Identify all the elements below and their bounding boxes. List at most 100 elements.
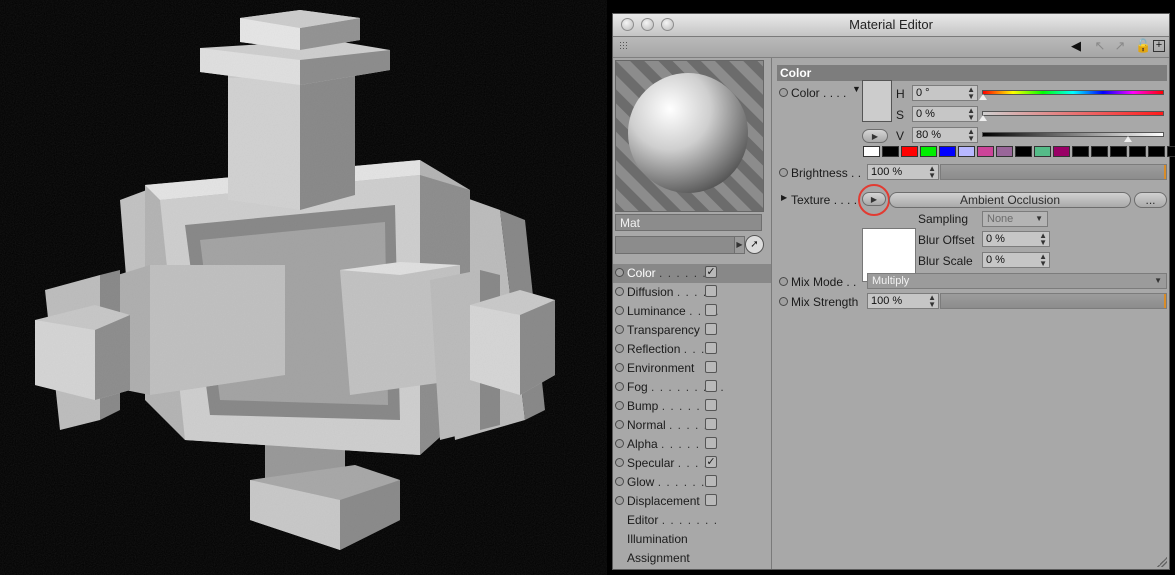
grip-icon[interactable] xyxy=(619,41,629,51)
new-window-icon[interactable]: + xyxy=(1153,40,1165,52)
palette-swatch[interactable] xyxy=(882,146,899,157)
play-icon[interactable]: ▶ xyxy=(862,129,888,143)
checkmark-icon[interactable]: ✓ xyxy=(705,456,717,468)
channel-normal[interactable]: Normal . . . . . xyxy=(613,416,771,435)
channel-glow[interactable]: Glow . . . . . . . xyxy=(613,473,771,492)
resize-grip-icon[interactable] xyxy=(1157,557,1167,567)
channel-checkbox[interactable] xyxy=(705,304,717,316)
animation-dot-icon[interactable] xyxy=(615,344,624,353)
spinner-icon[interactable]: ▲ ▼ xyxy=(967,107,975,122)
palette-swatch[interactable] xyxy=(1110,146,1127,157)
channel-reflection[interactable]: Reflection . . . xyxy=(613,340,771,359)
channel-checkbox[interactable] xyxy=(705,437,717,449)
saturation-input[interactable]: 0 % ▲ ▼ xyxy=(912,106,978,122)
close-window-button[interactable] xyxy=(621,18,634,31)
palette-swatch[interactable] xyxy=(1015,146,1032,157)
channel-checkbox[interactable] xyxy=(705,323,717,335)
palette-swatch[interactable] xyxy=(958,146,975,157)
palette-swatch[interactable] xyxy=(920,146,937,157)
lock-icon[interactable]: 🔓 xyxy=(1135,39,1151,53)
palette-swatch[interactable] xyxy=(1091,146,1108,157)
channel-checkbox[interactable] xyxy=(705,475,717,487)
palette-swatch[interactable] xyxy=(863,146,880,157)
animation-dot-icon[interactable] xyxy=(615,382,624,391)
animation-dot-icon[interactable] xyxy=(615,363,624,372)
section-editor[interactable]: Editor . . . . . . . xyxy=(613,511,771,530)
triangle-down-icon[interactable]: ▼ xyxy=(852,84,861,94)
palette-swatch[interactable] xyxy=(1034,146,1051,157)
chevron-right-icon[interactable]: ▶ xyxy=(734,236,745,254)
channel-alpha[interactable]: Alpha . . . . . . . xyxy=(613,435,771,454)
hue-slider-thumb[interactable] xyxy=(979,94,987,100)
palette-swatch[interactable] xyxy=(939,146,956,157)
brightness-slider[interactable] xyxy=(940,164,1167,180)
palette-swatch[interactable] xyxy=(1148,146,1165,157)
animation-dot-icon[interactable] xyxy=(779,277,788,286)
title-bar[interactable]: Material Editor xyxy=(613,14,1169,37)
animation-dot-icon[interactable] xyxy=(615,268,624,277)
texture-more-button[interactable]: ... xyxy=(1134,192,1167,208)
palette-swatch[interactable] xyxy=(1167,146,1175,157)
section-assignment[interactable]: Assignment xyxy=(613,549,771,568)
animation-dot-icon[interactable] xyxy=(615,477,624,486)
blur-offset-input[interactable]: 0 % ▲ ▼ xyxy=(982,231,1050,247)
palette-swatch[interactable] xyxy=(996,146,1013,157)
channel-transparency[interactable]: Transparency xyxy=(613,321,771,340)
channel-color[interactable]: Color . . . . . . . ✓ xyxy=(613,264,771,283)
hue-input[interactable]: 0 ° ▲ ▼ xyxy=(912,85,978,101)
channel-luminance[interactable]: Luminance . . . . xyxy=(613,302,771,321)
spinner-icon[interactable]: ▲ ▼ xyxy=(1039,232,1047,247)
animation-dot-icon[interactable] xyxy=(615,306,624,315)
sampling-dropdown[interactable]: None ▼ xyxy=(982,211,1048,227)
minimize-window-button[interactable] xyxy=(641,18,654,31)
checkmark-icon[interactable]: ✓ xyxy=(705,266,717,278)
spinner-icon[interactable]: ▲ ▼ xyxy=(928,294,936,309)
spinner-icon[interactable]: ▲ ▼ xyxy=(1039,253,1047,268)
channel-checkbox[interactable] xyxy=(705,418,717,430)
channel-checkbox[interactable] xyxy=(705,399,717,411)
saturation-slider-thumb[interactable] xyxy=(979,115,987,121)
animation-dot-icon[interactable] xyxy=(615,401,624,410)
palette-swatch[interactable] xyxy=(1053,146,1070,157)
mix-mode-dropdown[interactable]: Multiply ▼ xyxy=(867,273,1167,289)
palette-swatch[interactable] xyxy=(977,146,994,157)
palette-swatch[interactable] xyxy=(901,146,918,157)
channel-checkbox[interactable] xyxy=(705,361,717,373)
spinner-icon[interactable]: ▲ ▼ xyxy=(928,165,936,180)
color-swatch[interactable] xyxy=(862,80,892,122)
animation-dot-icon[interactable] xyxy=(779,297,788,306)
back-arrow-icon[interactable]: ◀ xyxy=(1069,39,1083,53)
section-illumination[interactable]: Illumination xyxy=(613,530,771,549)
material-link-field[interactable] xyxy=(615,236,735,254)
animation-dot-icon[interactable] xyxy=(615,287,624,296)
channel-fog[interactable]: Fog . . . . . . . . . xyxy=(613,378,771,397)
value-slider-thumb[interactable] xyxy=(1123,136,1132,142)
pointer-icon[interactable]: ➚ xyxy=(745,235,764,254)
channel-specular[interactable]: Specular . . . . ✓ xyxy=(613,454,771,473)
palette-swatch[interactable] xyxy=(1072,146,1089,157)
spinner-icon[interactable]: ▲ ▼ xyxy=(967,128,975,143)
material-preview[interactable] xyxy=(615,60,764,212)
channel-checkbox[interactable] xyxy=(705,494,717,506)
animation-dot-icon[interactable] xyxy=(615,496,624,505)
value-input[interactable]: 80 % ▲ ▼ xyxy=(912,127,978,143)
3d-viewport[interactable] xyxy=(0,0,612,575)
saturation-slider[interactable] xyxy=(982,111,1164,116)
animation-dot-icon[interactable] xyxy=(615,325,624,334)
hue-slider[interactable] xyxy=(982,90,1164,95)
material-name[interactable]: Mat xyxy=(615,214,762,231)
animation-dot-icon[interactable] xyxy=(615,458,624,467)
animation-dot-icon[interactable] xyxy=(615,420,624,429)
zoom-window-button[interactable] xyxy=(661,18,674,31)
palette-swatch[interactable] xyxy=(1129,146,1146,157)
animation-dot-icon[interactable] xyxy=(779,88,788,97)
channel-environment[interactable]: Environment xyxy=(613,359,771,378)
channel-bump[interactable]: Bump . . . . . . . xyxy=(613,397,771,416)
mix-strength-slider[interactable] xyxy=(940,293,1167,309)
brightness-input[interactable]: 100 % ▲ ▼ xyxy=(867,164,939,180)
channel-checkbox[interactable] xyxy=(705,380,717,392)
channel-checkbox[interactable] xyxy=(705,342,717,354)
channel-diffusion[interactable]: Diffusion . . . . . xyxy=(613,283,771,302)
blur-scale-input[interactable]: 0 % ▲ ▼ xyxy=(982,252,1050,268)
animation-dot-icon[interactable] xyxy=(779,168,788,177)
